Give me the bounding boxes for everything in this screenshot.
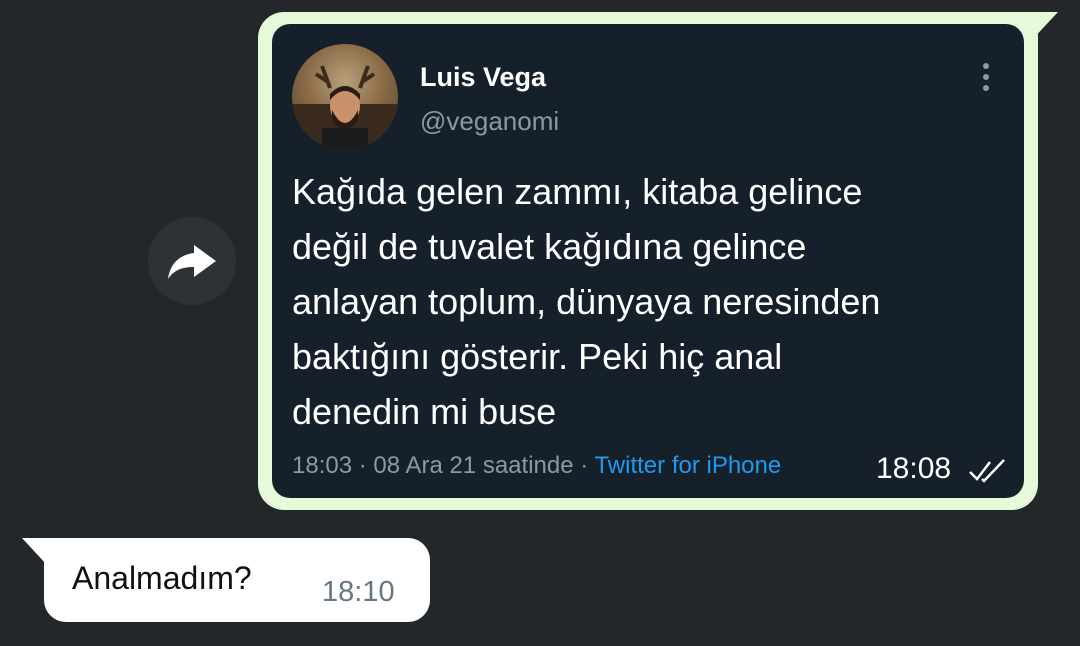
vertical-ellipsis-icon xyxy=(983,63,989,91)
tweet-date: 08 Ara 21 saatinde xyxy=(373,452,574,479)
outgoing-message-time: 18:08 xyxy=(876,452,952,485)
tweet-meta: 18:03 · 08 Ara 21 saatinde · Twitter for… xyxy=(292,452,781,480)
forward-button[interactable] xyxy=(148,217,236,305)
outgoing-bubble-tail xyxy=(1030,12,1058,42)
meta-separator: · xyxy=(580,452,589,479)
double-check-icon xyxy=(969,459,1005,483)
tweet-text: Kağıda gelen zammı, kitaba gelince değil… xyxy=(292,171,881,432)
tweet-time: 18:03 xyxy=(292,452,353,479)
tweet-source: Twitter for iPhone xyxy=(594,452,782,479)
meta-separator: · xyxy=(358,452,367,479)
incoming-bubble-tail xyxy=(22,538,46,564)
share-forward-icon xyxy=(168,245,216,279)
avatar xyxy=(292,44,398,150)
tweet-screenshot[interactable]: Luis Vega @veganomi Kağıda gelen zammı, … xyxy=(272,24,1024,498)
incoming-message-time: 18:10 xyxy=(322,576,395,608)
incoming-message-text: Analmadım? xyxy=(72,560,252,596)
tweet-author-name: Luis Vega xyxy=(420,62,547,92)
tweet-author-handle: @veganomi xyxy=(420,106,560,136)
